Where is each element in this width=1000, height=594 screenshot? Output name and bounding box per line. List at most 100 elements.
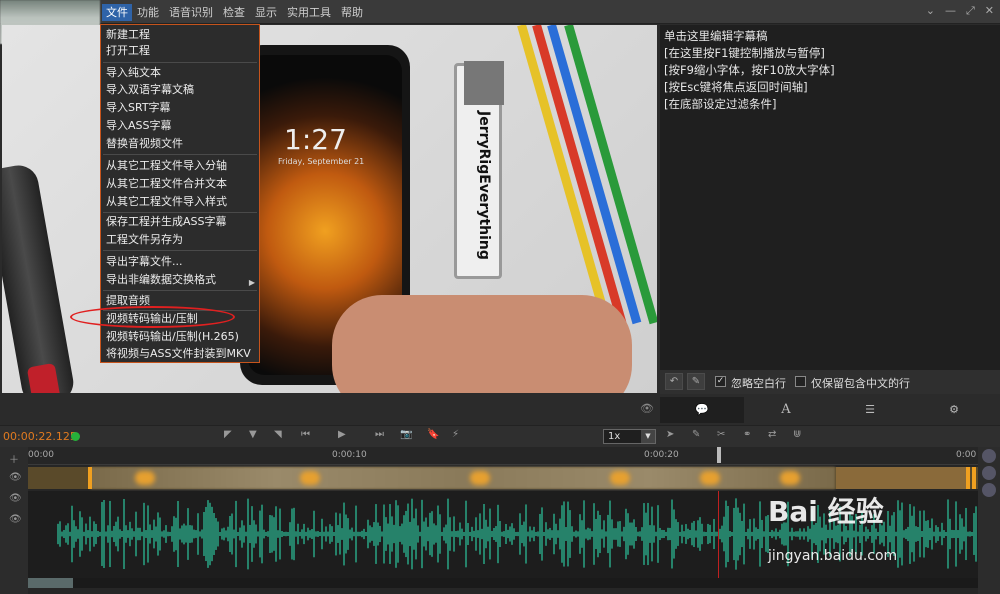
subtitle-edge <box>972 467 976 489</box>
mark-end-icon[interactable]: ◥ <box>274 429 282 440</box>
tab-settings[interactable]: ⚙ <box>912 397 996 423</box>
time-ruler[interactable]: 00:00 0:00:10 0:00:20 0:00 <box>28 447 978 465</box>
status-indicator <box>71 432 80 441</box>
mark-start-icon[interactable]: ◤ <box>224 429 232 440</box>
wand-icon[interactable]: ⚡ <box>452 429 459 440</box>
menu-item-open-project[interactable]: 打开工程 <box>106 43 150 59</box>
menu-tools[interactable]: 实用工具 <box>283 4 335 21</box>
tab-speech-bubble[interactable]: 💬 <box>660 397 744 423</box>
edit-icon[interactable]: ✎ <box>692 429 700 440</box>
cursor-icon[interactable]: ➤ <box>666 429 674 440</box>
globe-icon[interactable] <box>982 466 996 480</box>
add-track-icon[interactable]: ＋ <box>9 451 19 466</box>
menu-file[interactable]: 文件 <box>102 4 132 21</box>
skip-forward-icon[interactable]: ⏭ <box>375 429 384 440</box>
menu-item-import-plain-text[interactable]: 导入纯文本 <box>106 65 161 81</box>
tab-font[interactable]: A <box>744 397 828 423</box>
subtitle-block[interactable] <box>135 471 155 485</box>
chevron-down-icon: ▼ <box>641 430 655 443</box>
menu-item-save-generate-ass[interactable]: 保存工程并生成ASS字幕 <box>106 214 227 230</box>
menu-display[interactable]: 显示 <box>251 4 281 21</box>
subtitle-block[interactable] <box>610 471 630 485</box>
eye-icon[interactable]: 👁 <box>9 514 22 525</box>
subtitle-block[interactable] <box>300 471 320 485</box>
close-icon[interactable]: ✕ <box>985 4 994 18</box>
speed-value: 1x <box>608 431 621 442</box>
list-icon: ☰ <box>865 403 875 416</box>
menu-item-import-ass[interactable]: 导入ASS字幕 <box>106 118 172 134</box>
menu-item-import-srt[interactable]: 导入SRT字幕 <box>106 100 171 116</box>
subtitle-blocks <box>90 467 835 489</box>
menu-item-import-bilingual[interactable]: 导入双语字幕文稿 <box>106 82 194 98</box>
maximize-icon[interactable]: ⤢ <box>966 4 975 18</box>
swap-icon[interactable]: ⇄ <box>768 429 776 440</box>
subtitle-block[interactable] <box>470 471 490 485</box>
subtitle-track[interactable] <box>28 467 978 489</box>
menu-separator <box>103 250 257 251</box>
phone-time: 1:27 <box>284 123 347 156</box>
speed-select[interactable]: 1x ▼ <box>603 429 656 444</box>
speech-bubble-icon: 💬 <box>695 403 709 416</box>
magnet-icon[interactable]: ⋓ <box>793 429 801 440</box>
chinese-only-checkbox[interactable] <box>795 376 806 387</box>
menu-item-new-project[interactable]: 新建工程 <box>106 27 150 43</box>
scissors-icon[interactable]: ✂ <box>717 429 725 440</box>
playhead-line <box>718 491 719 581</box>
playhead-handle[interactable] <box>717 447 721 463</box>
menu-check[interactable]: 检查 <box>219 4 249 21</box>
tab-list[interactable]: ☰ <box>828 397 912 423</box>
camera-icon[interactable]: 📷 <box>400 429 412 440</box>
scroll-thumb[interactable] <box>28 578 73 588</box>
menu-item-export-nle[interactable]: 导出非编数据交换格式 <box>106 272 216 288</box>
globe-icon[interactable] <box>982 449 996 463</box>
subtitle-hint-line: 单击这里编辑字幕稿 <box>664 29 768 43</box>
pencil-icon[interactable]: ✎ <box>687 373 705 390</box>
mark-down-icon[interactable]: ▼ <box>249 429 257 440</box>
current-time: 00:00:22.125 <box>3 430 77 443</box>
menu-item-export-subtitle[interactable]: 导出字幕文件... <box>106 254 183 270</box>
subtitle-tabs: 💬 A ☰ ⚙ <box>660 397 1000 423</box>
eye-icon[interactable]: 👁 <box>9 493 22 504</box>
ignore-empty-label: 忽略空白行 <box>731 377 786 390</box>
app-window: 文件 功能 语音识别 检查 显示 实用工具 帮助 ⌄ — ⤢ ✕ 1:27 Fr… <box>0 0 1000 594</box>
menu-item-mux-mkv[interactable]: 将视频与ASS文件封装到MKV <box>106 346 251 362</box>
chinese-only-label: 仅保留包含中文的行 <box>811 377 910 390</box>
ignore-empty-checkbox[interactable]: ✓ <box>715 376 726 387</box>
window-controls: ⌄ — ⤢ ✕ <box>926 4 994 18</box>
menu-function[interactable]: 功能 <box>133 4 163 21</box>
skip-back-icon[interactable]: ⏮ <box>301 429 310 440</box>
menu-separator <box>103 62 257 63</box>
menu-item-save-as[interactable]: 工程文件另存为 <box>106 232 183 248</box>
subtitle-block[interactable] <box>780 471 800 485</box>
hand <box>332 295 632 393</box>
subtitle-editor[interactable]: 单击这里编辑字幕稿 [在这里按F1键控制播放与暂停] [按F9缩小字体，按F10… <box>660 25 1000 370</box>
link-icon[interactable]: ⚭ <box>743 429 751 440</box>
menu-item-transcode-h265[interactable]: 视频转码输出/压制(H.265) <box>106 329 239 345</box>
timeline-scrollbar[interactable] <box>28 578 978 588</box>
chevron-down-icon[interactable]: ⌄ <box>926 4 935 18</box>
subtitle-edge <box>966 467 970 489</box>
bookmark-icon[interactable]: 🔖 <box>427 429 439 440</box>
pry-tool-blade <box>464 61 504 105</box>
baidu-watermark: Bai 经验 jingyan.baidu.com <box>768 490 968 575</box>
menu-separator <box>103 154 257 155</box>
play-icon[interactable]: ▶ <box>338 429 346 440</box>
globe-icon[interactable] <box>982 483 996 497</box>
font-icon: A <box>781 402 791 417</box>
eye-icon[interactable]: 👁 <box>640 402 654 415</box>
menu-item-replace-media[interactable]: 替换音视频文件 <box>106 136 183 152</box>
menu-item-merge-text[interactable]: 从其它工程文件合并文本 <box>106 176 227 192</box>
menu-speech-recognition[interactable]: 语音识别 <box>165 4 217 21</box>
subtitle-track-tail <box>836 467 966 489</box>
eye-icon[interactable]: 👁 <box>9 472 22 483</box>
subtitle-block[interactable] <box>700 471 720 485</box>
menu-help[interactable]: 帮助 <box>337 4 367 21</box>
subtitle-hint-line: [在底部设定过滤条件] <box>664 97 777 111</box>
undo-icon[interactable]: ↶ <box>665 373 683 390</box>
track-gutter: ＋ 👁 👁 👁 <box>0 447 28 594</box>
menu-item-import-timing[interactable]: 从其它工程文件导入分轴 <box>106 158 227 174</box>
watermark-logo: Bai 经验 <box>768 495 884 528</box>
menu-item-import-style[interactable]: 从其它工程文件导入样式 <box>106 194 227 210</box>
minimize-icon[interactable]: — <box>945 4 956 18</box>
menu-separator <box>103 212 257 213</box>
